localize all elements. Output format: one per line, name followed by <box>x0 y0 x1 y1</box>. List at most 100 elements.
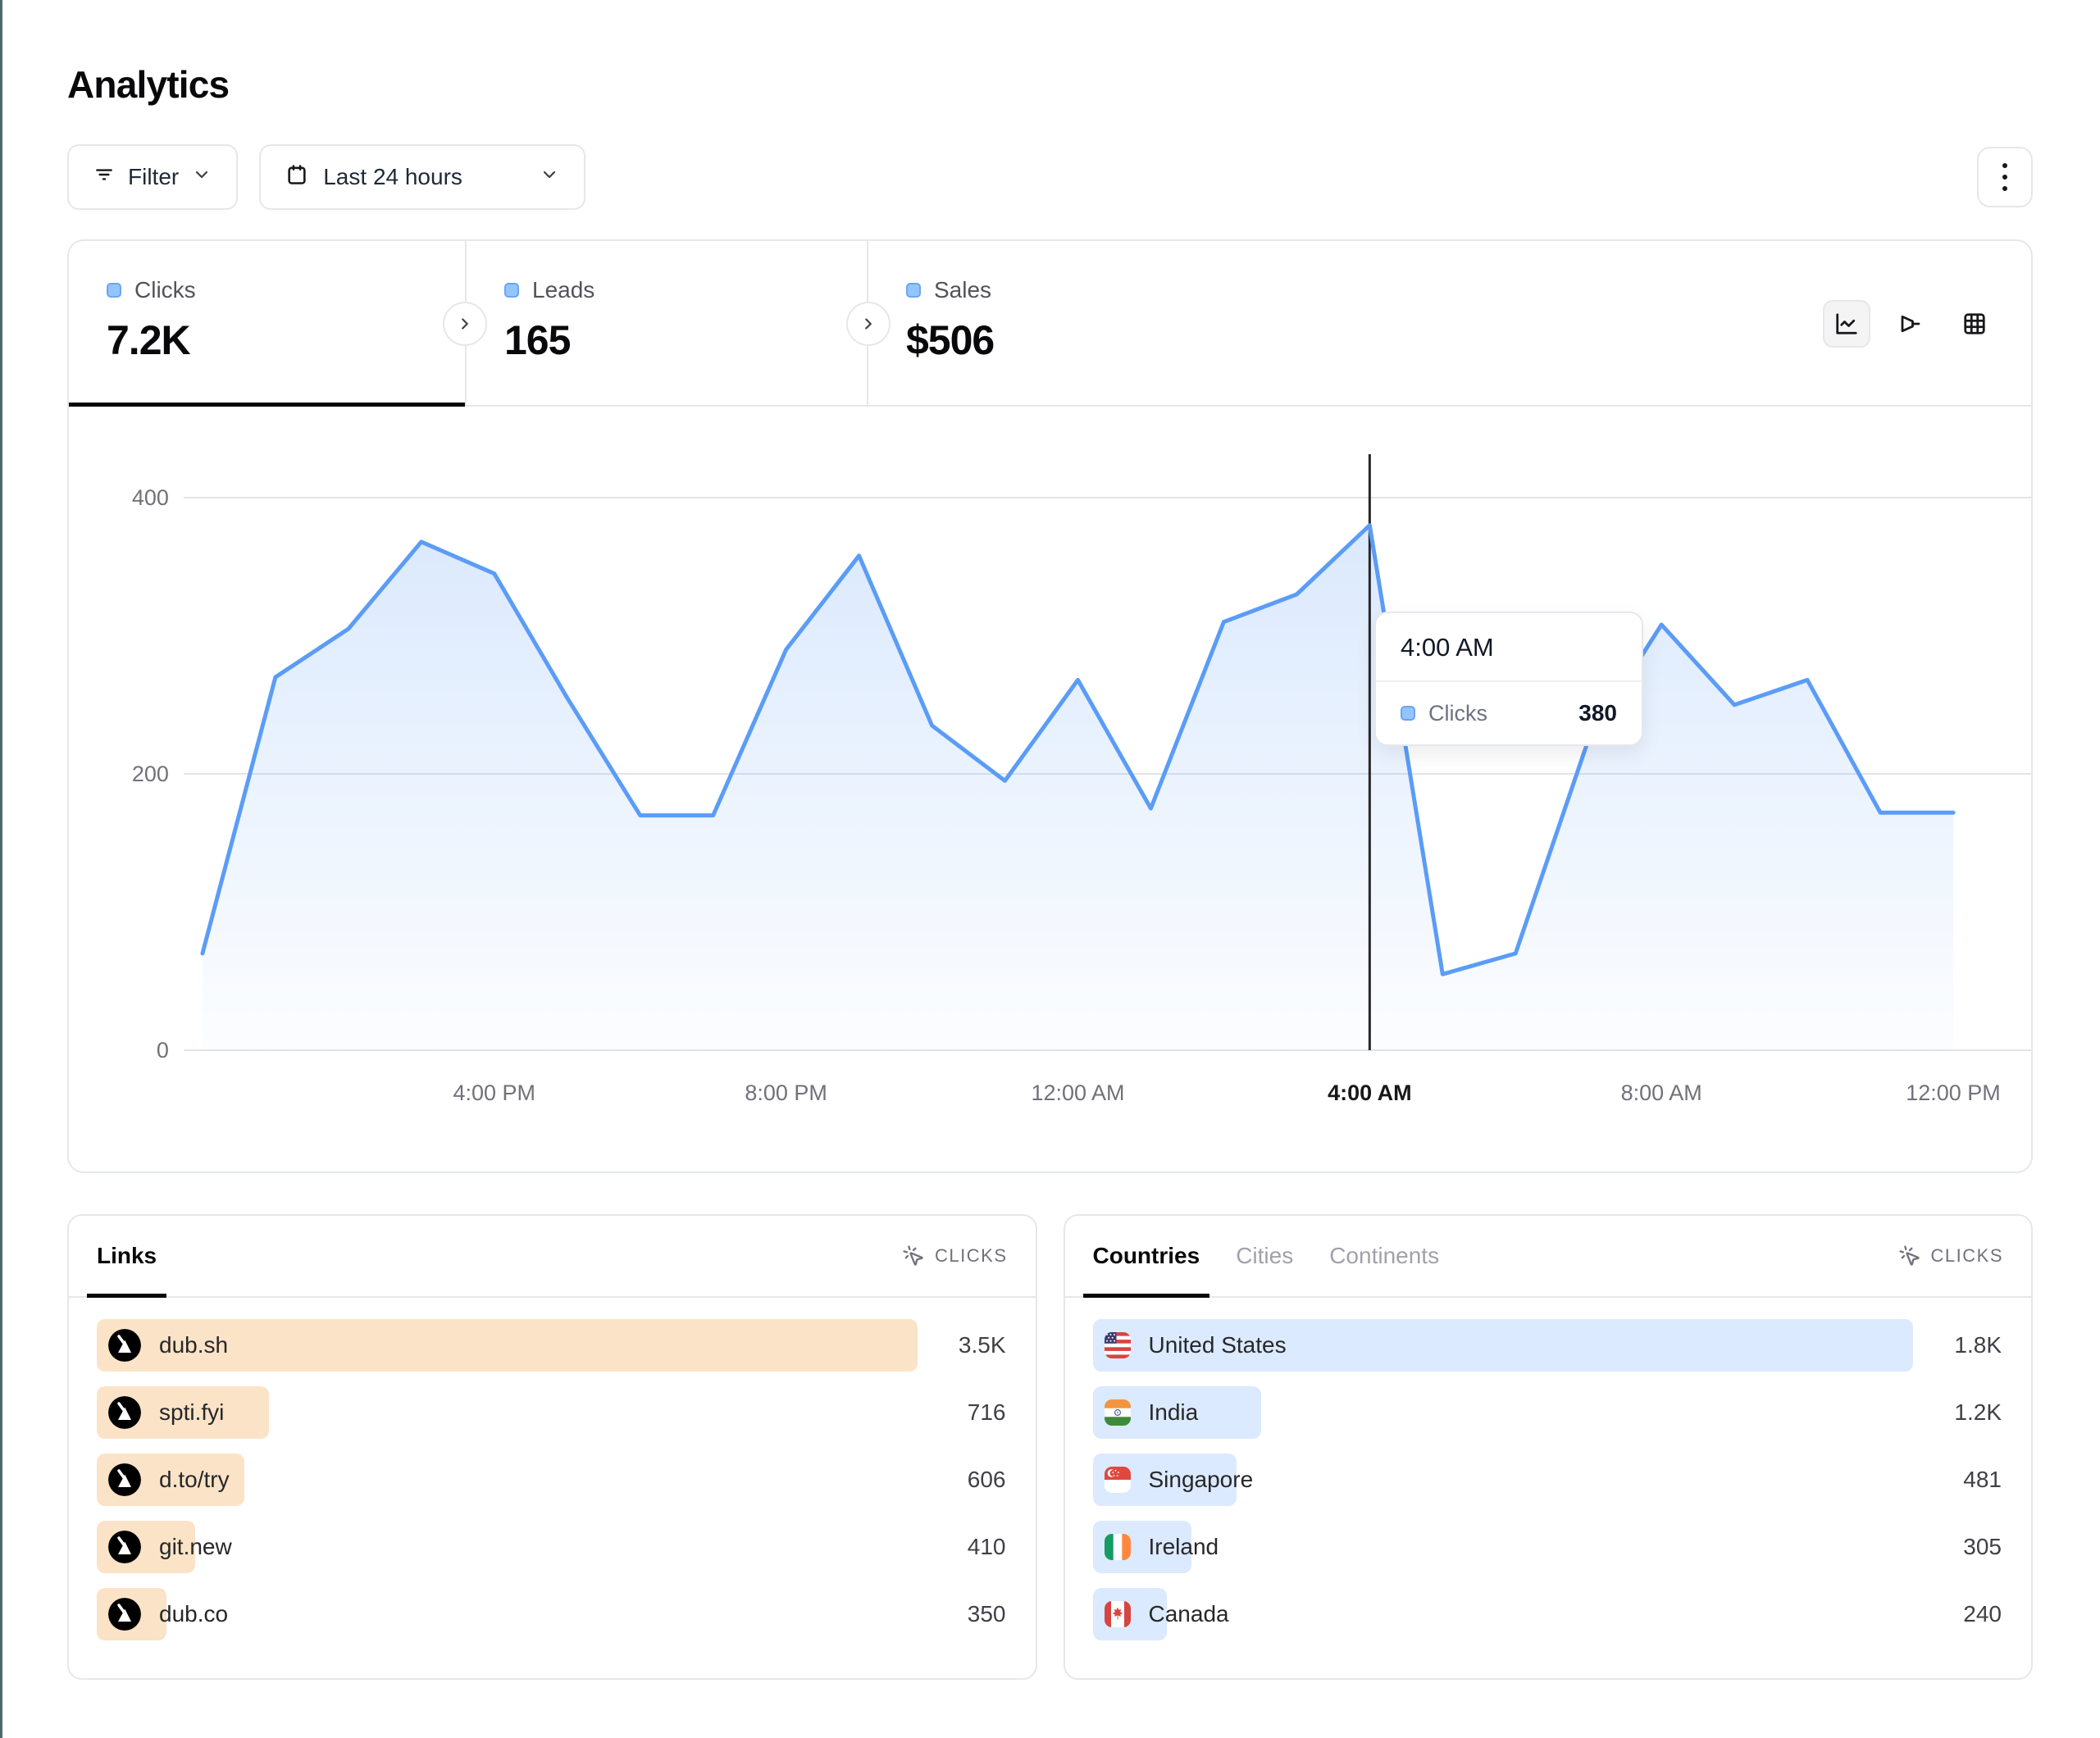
clicks-timeseries-chart[interactable]: 02004004:00 PM8:00 PM12:00 AM4:00 AM8:00… <box>69 407 2031 1172</box>
countries-panel: Countries Cities Continents CLICKS <box>1064 1214 2034 1680</box>
area-chart-canvas[interactable]: 02004004:00 PM8:00 PM12:00 AM4:00 AM8:00… <box>69 407 2031 1172</box>
clicks-tab-label: Clicks <box>134 277 196 303</box>
chevron-down-icon <box>192 164 212 190</box>
link-clicks-value: 410 <box>968 1521 1006 1573</box>
dub-logo-icon <box>108 1598 141 1631</box>
line-chart-toggle[interactable] <box>1823 300 1870 348</box>
svg-text:400: 400 <box>132 485 169 510</box>
chart-tooltip: 4:00 AM Clicks 380 <box>1374 612 1643 746</box>
link-clicks-value: 716 <box>968 1386 1006 1439</box>
country-clicks-value: 305 <box>1963 1521 2002 1573</box>
svg-text:0: 0 <box>157 1038 169 1062</box>
countries-metric-header[interactable]: CLICKS <box>1898 1244 2003 1267</box>
country-row[interactable]: India 1.2K <box>1093 1386 2004 1439</box>
link-clicks-value: 3.5K <box>959 1319 1006 1372</box>
link-label: dub.sh <box>159 1332 228 1358</box>
leads-tab-label: Leads <box>532 277 594 303</box>
country-clicks-value: 1.8K <box>1954 1319 2002 1372</box>
tab-sales[interactable]: Sales $506 <box>867 241 1269 405</box>
country-label: India <box>1149 1399 1199 1426</box>
stat-pager-next-2[interactable] <box>846 302 891 346</box>
chevron-down-icon <box>540 164 559 190</box>
country-flag-icon <box>1105 1601 1131 1627</box>
svg-text:12:00 PM: 12:00 PM <box>1906 1081 2000 1105</box>
link-row[interactable]: dub.co 350 <box>97 1588 1008 1640</box>
calendar-icon <box>285 163 308 192</box>
country-row[interactable]: United States 1.8K <box>1093 1319 2004 1372</box>
analytics-card: Clicks 7.2K Leads 165 Sales $506 <box>67 239 2033 1173</box>
links-tab-label: Links <box>97 1243 157 1269</box>
chart-type-toggle-group <box>1823 300 1998 348</box>
sales-tab-label: Sales <box>934 277 991 303</box>
dub-logo-icon <box>108 1329 141 1362</box>
country-row[interactable]: Ireland 305 <box>1093 1521 2004 1573</box>
tab-leads[interactable]: Leads 165 <box>465 241 867 405</box>
svg-text:8:00 PM: 8:00 PM <box>745 1081 827 1105</box>
link-row[interactable]: git.new 410 <box>97 1521 1008 1573</box>
countries-panel-header: Countries Cities Continents CLICKS <box>1065 1216 2032 1298</box>
country-clicks-value: 1.2K <box>1954 1386 2002 1439</box>
svg-text:4:00 PM: 4:00 PM <box>453 1081 535 1105</box>
leads-legend-swatch <box>504 283 519 298</box>
filter-icon <box>93 164 115 191</box>
table-grid-icon <box>1962 312 1987 336</box>
sales-value: $506 <box>906 316 1269 364</box>
country-label: Ireland <box>1149 1534 1219 1560</box>
tab-countries[interactable]: Countries <box>1093 1216 1200 1296</box>
links-panel: Links CLICKS dub.sh 3.5K spti.fyi <box>67 1214 1037 1680</box>
tab-continents[interactable]: Continents <box>1329 1216 1439 1296</box>
link-label: git.new <box>159 1534 232 1560</box>
country-flag-icon <box>1105 1467 1131 1493</box>
chevron-right-icon <box>859 315 877 333</box>
cursor-click-icon <box>902 1244 925 1267</box>
filter-button[interactable]: Filter <box>67 144 238 210</box>
link-row[interactable]: dub.sh 3.5K <box>97 1319 1008 1372</box>
breakdown-panels: Links CLICKS dub.sh 3.5K spti.fyi <box>67 1214 2033 1680</box>
funnel-chart-toggle[interactable] <box>1887 300 1934 348</box>
analytics-page: Analytics Filter Last 24 hours <box>0 0 2100 1738</box>
tooltip-legend-swatch <box>1401 706 1415 721</box>
link-clicks-value: 350 <box>968 1588 1006 1640</box>
tab-clicks[interactable]: Clicks 7.2K <box>69 241 465 405</box>
link-row[interactable]: d.to/try 606 <box>97 1454 1008 1506</box>
leads-value: 165 <box>504 316 867 364</box>
links-panel-header: Links CLICKS <box>69 1216 1036 1298</box>
links-metric-header[interactable]: CLICKS <box>902 1244 1007 1267</box>
links-rows: dub.sh 3.5K spti.fyi 716 d.to/try 606 gi… <box>69 1298 1036 1640</box>
tab-cities[interactable]: Cities <box>1236 1216 1293 1296</box>
toolbar: Filter Last 24 hours <box>67 144 2033 210</box>
dub-logo-icon <box>108 1396 141 1429</box>
country-flag-icon <box>1105 1534 1131 1560</box>
link-row[interactable]: spti.fyi 716 <box>97 1386 1008 1439</box>
sales-legend-swatch <box>906 283 921 298</box>
countries-tab-label: Countries <box>1093 1243 1200 1269</box>
link-label: d.to/try <box>159 1467 230 1493</box>
more-options-button[interactable] <box>1977 147 2033 207</box>
svg-text:200: 200 <box>132 762 169 786</box>
links-metric-header-label: CLICKS <box>935 1245 1007 1267</box>
date-range-button[interactable]: Last 24 hours <box>259 144 585 210</box>
page-title: Analytics <box>67 62 2033 107</box>
clicks-value: 7.2K <box>107 316 465 364</box>
cursor-click-icon <box>1898 1244 1921 1267</box>
country-flag-icon <box>1105 1399 1131 1426</box>
dub-logo-icon <box>108 1531 141 1563</box>
country-row[interactable]: Canada 240 <box>1093 1588 2004 1640</box>
date-range-label: Last 24 hours <box>323 164 462 190</box>
countries-rows: United States 1.8K India 1.2K Singapore … <box>1065 1298 2032 1640</box>
country-label: United States <box>1149 1332 1287 1358</box>
line-chart-icon <box>1834 312 1859 336</box>
svg-text:12:00 AM: 12:00 AM <box>1031 1081 1124 1105</box>
link-label: dub.co <box>159 1601 228 1627</box>
continents-tab-label: Continents <box>1329 1243 1439 1269</box>
filter-button-label: Filter <box>128 164 179 190</box>
cities-tab-label: Cities <box>1236 1243 1293 1269</box>
country-clicks-value: 481 <box>1963 1454 2002 1506</box>
table-toggle[interactable] <box>1951 300 1998 348</box>
tab-links[interactable]: Links <box>97 1216 157 1296</box>
tooltip-metric-value: 380 <box>1578 700 1617 726</box>
stat-pager-next-1[interactable] <box>443 302 487 346</box>
country-row[interactable]: Singapore 481 <box>1093 1454 2004 1506</box>
country-clicks-value: 240 <box>1963 1588 2002 1640</box>
chevron-right-icon <box>456 315 474 333</box>
